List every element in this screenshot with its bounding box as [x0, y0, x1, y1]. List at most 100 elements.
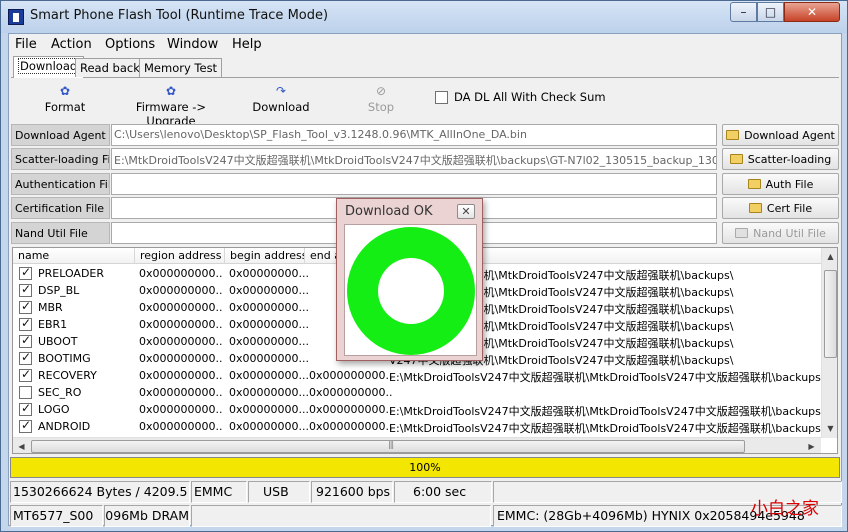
format-button[interactable]: ✿ Format [29, 82, 101, 120]
begin-address-cell: 0x00000000... [229, 369, 309, 382]
menu-options[interactable]: Options [105, 37, 155, 52]
folder-icon [726, 130, 740, 140]
firmware-upgrade-button[interactable]: ✿ Firmware -> Upgrade [111, 82, 231, 128]
download-agent-row: Download Agent C:\Users\lenovo\Desktop\S… [11, 124, 839, 146]
dialog-close-icon[interactable]: ✕ [457, 204, 475, 219]
status-bytes: 1530266624 Bytes / 4209.5 [10, 481, 190, 503]
vertical-scrollbar[interactable]: ▲ ▼ [821, 248, 837, 438]
partition-name-cell: MBR [19, 301, 134, 314]
da-dl-checksum-option[interactable]: DA DL All With Check Sum [435, 90, 606, 104]
da-dl-checksum-checkbox[interactable] [435, 91, 448, 104]
nand-util-label: Nand Util File [11, 222, 110, 244]
scatter-loading-field[interactable]: E:\MtkDroidToolsV247中文版超强联机\MtkDroidTool… [111, 148, 717, 170]
partition-name-cell: BOOTIMG [19, 352, 134, 365]
partition-name: SEC_RO [38, 386, 82, 399]
cert-file-button[interactable]: Cert File [722, 197, 839, 219]
stop-icon: ⊘ [375, 84, 387, 98]
status-row-2: MT6577_S00 4096Mb DRAM EMMC: (28Gb+4096M… [9, 504, 843, 527]
status-storage-type: EMMC [191, 481, 247, 503]
partition-checkbox[interactable] [19, 369, 32, 382]
region-address-cell: 0x000000000... [139, 284, 223, 297]
partition-checkbox[interactable] [19, 352, 32, 365]
menu-window[interactable]: Window [167, 37, 218, 52]
vertical-scroll-thumb[interactable] [824, 270, 837, 358]
stop-label: Stop [367, 100, 395, 114]
auth-file-label: Authentication File [11, 173, 110, 195]
scroll-down-icon[interactable]: ▼ [822, 420, 837, 437]
begin-address-cell: 0x00000000... [229, 267, 309, 280]
partition-name: ANDROID [38, 420, 91, 433]
auth-file-field[interactable] [111, 173, 717, 195]
download-agent-field[interactable]: C:\Users\lenovo\Desktop\SP_Flash_Tool_v3… [111, 124, 717, 146]
toolbar: ✿ Format ✿ Firmware -> Upgrade ↷ Downloa… [11, 80, 839, 128]
region-address-cell: 0x000000000... [139, 301, 223, 314]
menu-file[interactable]: File [15, 37, 37, 52]
status-dram: 4096Mb DRAM [104, 505, 190, 527]
partition-name: EBR1 [38, 318, 68, 331]
download-button[interactable]: ↷ Download [243, 82, 319, 120]
da-dl-checksum-label: DA DL All With Check Sum [454, 90, 606, 104]
column-region-address[interactable]: region address [135, 248, 225, 264]
maximize-button[interactable]: □ [757, 2, 784, 22]
partition-checkbox[interactable] [19, 301, 32, 314]
partition-checkbox[interactable] [19, 335, 32, 348]
column-name[interactable]: name [13, 248, 135, 264]
region-address-cell: 0x000000000... [139, 267, 223, 280]
scroll-right-icon[interactable]: ▶ [803, 438, 820, 453]
horizontal-scrollbar[interactable]: ◀ ▶ [13, 437, 821, 453]
tab-strip: Download Read back Memory Test [11, 56, 839, 78]
partition-name-cell: PRELOADER [19, 267, 134, 280]
download-agent-button-label: Download Agent [744, 128, 835, 142]
location-cell: E:\MtkDroidToolsV247中文版超强联机\MtkDroidTool… [389, 405, 821, 418]
begin-address-cell: 0x00000000... [229, 318, 309, 331]
close-button[interactable]: ✕ [784, 2, 840, 22]
menu-help[interactable]: Help [232, 37, 262, 52]
minimize-button[interactable]: – [730, 2, 757, 22]
table-row[interactable]: RECOVERY0x000000000...0x00000000...0x000… [13, 367, 821, 384]
partition-name-cell: RECOVERY [19, 369, 134, 382]
folder-icon [729, 154, 743, 164]
partition-checkbox[interactable] [19, 420, 32, 433]
column-begin-address[interactable]: begin address [225, 248, 305, 264]
region-address-cell: 0x000000000... [139, 318, 223, 331]
partition-checkbox[interactable] [19, 284, 32, 297]
nand-util-button[interactable]: Nand Util File [722, 222, 839, 244]
download-label: Download [252, 100, 310, 114]
table-row[interactable]: ANDROID0x000000000...0x00000000...0x0000… [13, 418, 821, 435]
end-address-cell: 0x000000000... [309, 386, 393, 399]
stop-button[interactable]: ⊘ Stop [359, 82, 403, 120]
partition-checkbox[interactable] [19, 403, 32, 416]
table-row[interactable]: LOGO0x000000000...0x00000000...0x0000000… [13, 401, 821, 418]
firmware-upgrade-icon: ✿ [165, 84, 177, 98]
progress-text: 100% [409, 461, 441, 474]
window-title: Smart Phone Flash Tool (Runtime Trace Mo… [30, 8, 329, 23]
begin-address-cell: 0x00000000... [229, 420, 309, 433]
status-empty-2 [191, 505, 491, 527]
dialog-body [344, 224, 477, 356]
begin-address-cell: 0x00000000... [229, 335, 309, 348]
horizontal-scroll-thumb[interactable] [31, 440, 745, 453]
partition-name: LOGO [38, 403, 70, 416]
scroll-up-icon[interactable]: ▲ [822, 248, 837, 265]
scatter-loading-button[interactable]: Scatter-loading [722, 148, 839, 170]
download-agent-button[interactable]: Download Agent [722, 124, 839, 146]
tab-memory-test[interactable]: Memory Test [139, 58, 223, 77]
partition-name: BOOTIMG [38, 352, 91, 365]
region-address-cell: 0x000000000... [139, 403, 223, 416]
status-row-1: 1530266624 Bytes / 4209.5 EMMC USB 92160… [9, 480, 843, 503]
partition-name: RECOVERY [38, 369, 97, 382]
partition-checkbox[interactable] [19, 267, 32, 280]
scatter-loading-label: Scatter-loading File [11, 148, 110, 170]
partition-checkbox[interactable] [19, 386, 32, 399]
partition-name-cell: SEC_RO [19, 386, 134, 399]
tab-download[interactable]: Download [13, 56, 85, 78]
tab-read-back[interactable]: Read back [75, 58, 145, 77]
scroll-left-icon[interactable]: ◀ [13, 438, 30, 453]
region-address-cell: 0x000000000... [139, 335, 223, 348]
menu-action[interactable]: Action [51, 37, 92, 52]
format-label: Format [44, 100, 86, 114]
partition-checkbox[interactable] [19, 318, 32, 331]
auth-file-button[interactable]: Auth File [722, 173, 839, 195]
status-connection: USB [248, 481, 310, 503]
table-row[interactable]: SEC_RO 0x000000000... 0x00000000... 0x00000… [13, 384, 821, 401]
